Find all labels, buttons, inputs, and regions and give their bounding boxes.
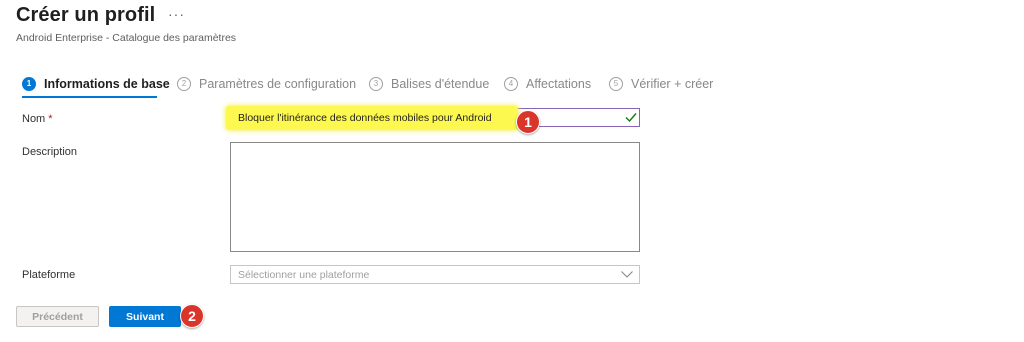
platform-label: Plateforme bbox=[22, 269, 76, 281]
step-scope-tags[interactable]: 3 Balises d'étendue bbox=[369, 75, 489, 93]
annotation-badge-2: 2 bbox=[180, 304, 204, 328]
required-mark: * bbox=[48, 113, 53, 125]
more-options-icon[interactable]: ··· bbox=[168, 6, 185, 22]
name-input-value[interactable]: Bloquer l'itinérance des données mobiles… bbox=[238, 112, 492, 124]
step-number-2: 2 bbox=[177, 77, 191, 91]
platform-select-placeholder[interactable]: Sélectionner une plateforme bbox=[238, 269, 369, 281]
step-number-4: 4 bbox=[504, 77, 518, 91]
description-label: Description bbox=[22, 146, 78, 158]
active-step-underline bbox=[22, 96, 157, 98]
step-number-3: 3 bbox=[369, 77, 383, 91]
chevron-down-icon[interactable] bbox=[620, 269, 634, 279]
step-label: Paramètres de configuration bbox=[199, 77, 357, 91]
previous-button[interactable]: Précédent bbox=[16, 306, 99, 327]
step-configuration[interactable]: 2 Paramètres de configuration bbox=[177, 75, 356, 93]
page-title: Créer un profil bbox=[16, 4, 156, 26]
step-label: Affectations bbox=[526, 77, 592, 91]
page-subtitle: Android Enterprise - Catalogue des param… bbox=[16, 32, 237, 44]
name-label-text: Nom bbox=[22, 113, 46, 125]
checkmark-icon bbox=[625, 113, 637, 123]
step-number-1: 1 bbox=[22, 77, 36, 91]
description-textarea[interactable] bbox=[230, 142, 640, 252]
step-number-5: 5 bbox=[609, 77, 623, 91]
step-label: Balises d'étendue bbox=[391, 77, 490, 91]
step-review-create[interactable]: 5 Vérifier + créer bbox=[609, 75, 713, 93]
step-label: Vérifier + créer bbox=[631, 77, 714, 91]
annotation-badge-1: 1 bbox=[516, 110, 540, 134]
next-button[interactable]: Suivant bbox=[109, 306, 181, 327]
step-basics[interactable]: 1 Informations de base bbox=[22, 75, 170, 93]
name-label: Nom * bbox=[22, 113, 53, 125]
step-assignments[interactable]: 4 Affectations bbox=[504, 75, 591, 93]
step-label: Informations de base bbox=[44, 77, 170, 91]
